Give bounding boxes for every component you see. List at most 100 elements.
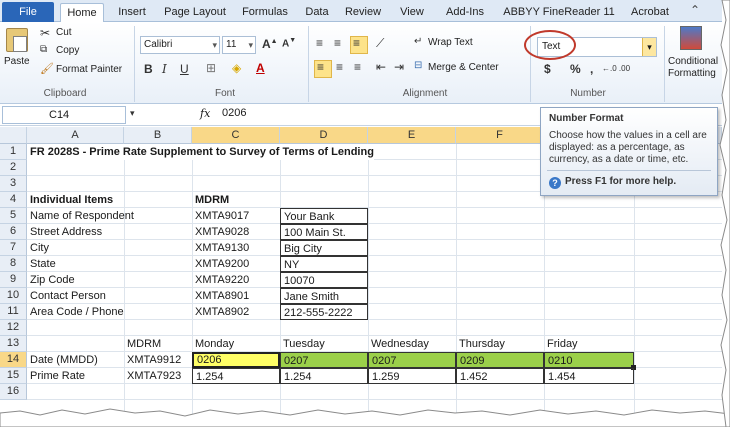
column-header-c[interactable]: C [192,127,280,144]
borders-icon[interactable]: ⊞ [206,61,216,75]
cell-c11[interactable]: XMTA8902 [192,304,249,320]
align-top-icon[interactable]: ≡ [316,36,323,50]
merge-center-icon[interactable]: ⊟ [414,60,422,71]
grow-font-icon[interactable]: A▲ [262,37,278,51]
cell-d13[interactable]: Tuesday [280,336,325,352]
tab-acrobat[interactable]: Acrobat [624,3,676,22]
cell-c4[interactable]: MDRM [192,192,229,208]
chevron-down-icon[interactable]: ▾ [642,38,656,56]
cell-a8[interactable]: State [27,256,56,272]
row-header-11[interactable]: 11 [0,304,27,320]
formula-input[interactable]: 0206 [222,107,246,119]
cell-c15[interactable]: 1.254 [192,368,280,384]
cell-e14[interactable]: 0207 [368,352,456,368]
tab-abbyy[interactable]: ABBYY FineReader 11 [500,3,618,22]
copy-icon[interactable]: ⧉ [40,44,47,55]
align-middle-icon[interactable]: ≡ [334,36,341,50]
tab-add-ins[interactable]: Add-Ins [440,3,490,22]
fill-color-icon[interactable]: ◈ [232,61,241,75]
cell-f15[interactable]: 1.452 [456,368,544,384]
tab-page-layout[interactable]: Page Layout [160,3,230,22]
row-header-10[interactable]: 10 [0,288,27,304]
cell-a7[interactable]: City [27,240,49,256]
cell-e13[interactable]: Wednesday [368,336,429,352]
wrap-text-button[interactable]: Wrap Text [428,37,473,48]
font-color-icon[interactable]: A [256,61,265,75]
cell-c10[interactable]: XMTA8901 [192,288,249,304]
accounting-format-button[interactable]: $ [544,62,551,76]
row-header-4[interactable]: 4 [0,192,27,208]
comma-style-button[interactable]: , [590,62,593,76]
cell-a4[interactable]: Individual Items [27,192,113,208]
cell-d14[interactable]: 0207 [280,352,368,368]
row-header-14[interactable]: 14 [0,352,27,368]
conditional-formatting-label-1[interactable]: Conditional [668,56,718,67]
cell-g13[interactable]: Friday [544,336,578,352]
cell-g14[interactable]: 0210 [544,352,634,368]
increase-indent-icon[interactable]: ⇥ [394,60,404,74]
cell-b13[interactable]: MDRM [124,336,161,352]
paste-icon[interactable] [6,28,28,52]
conditional-formatting-icon[interactable] [680,26,702,50]
cell-c8[interactable]: XMTA9200 [192,256,249,272]
cell-d9[interactable]: 10070 [280,272,368,288]
cell-b15[interactable]: XMTA7923 [124,368,181,384]
cell-d7[interactable]: Big City [280,240,368,256]
column-header-f[interactable]: F [456,127,544,144]
minimize-ribbon-icon[interactable]: ⌃ [690,3,700,17]
row-header-8[interactable]: 8 [0,256,27,272]
tab-formulas[interactable]: Formulas [238,3,292,22]
cell-a1-title[interactable]: FR 2028S - Prime Rate Supplement to Surv… [27,144,374,160]
cell-a9[interactable]: Zip Code [27,272,75,288]
cell-f13[interactable]: Thursday [456,336,505,352]
cell-a11[interactable]: Area Code / Phone [27,304,124,320]
row-header-6[interactable]: 6 [0,224,27,240]
row-header-12[interactable]: 12 [0,320,27,336]
cell-c9[interactable]: XMTA9220 [192,272,249,288]
cell-c6[interactable]: XMTA9028 [192,224,249,240]
cell-e15[interactable]: 1.259 [368,368,456,384]
font-name-dropdown[interactable]: Calibri [140,36,220,54]
font-size-dropdown[interactable]: 11 [222,36,256,54]
orientation-icon[interactable]: ⟋ [376,36,384,51]
cut-button[interactable]: Cut [56,27,72,38]
row-header-5[interactable]: 5 [0,208,27,224]
underline-button[interactable]: U [180,62,189,76]
tab-data[interactable]: Data [300,3,334,22]
tab-file[interactable]: File [2,2,54,22]
cell-c13[interactable]: Monday [192,336,234,352]
cell-a14[interactable]: Date (MMDD) [27,352,98,368]
scissors-icon[interactable]: ✂ [40,26,50,40]
tab-review[interactable]: Review [340,3,386,22]
cell-g15[interactable]: 1.454 [544,368,634,384]
cell-c7[interactable]: XMTA9130 [192,240,249,256]
paste-button[interactable]: Paste [4,56,30,67]
name-box[interactable]: C14 [2,106,126,124]
wrap-text-icon[interactable]: ↵ [414,36,422,47]
format-painter-icon[interactable]: 🖌 [40,62,54,75]
cell-c14-active[interactable]: 0206 [192,352,280,368]
shrink-font-icon[interactable]: A▼ [282,37,296,49]
row-header-2[interactable]: 2 [0,160,27,176]
decrease-indent-icon[interactable]: ⇤ [376,60,386,74]
merge-center-button[interactable]: Merge & Center [428,62,499,73]
cell-d10[interactable]: Jane Smith [280,288,368,304]
cell-c5[interactable]: XMTA9017 [192,208,249,224]
select-all-corner[interactable] [0,127,27,144]
cell-d11[interactable]: 212-555-2222 [280,304,368,320]
percent-style-button[interactable]: % [570,62,581,76]
row-header-9[interactable]: 9 [0,272,27,288]
bold-button[interactable]: B [144,62,153,76]
column-header-e[interactable]: E [368,127,456,144]
name-box-dropdown-icon[interactable]: ▾ [130,108,135,119]
row-header-1[interactable]: 1 [0,144,27,160]
cell-d5[interactable]: Your Bank [280,208,368,224]
tab-home[interactable]: Home [60,3,104,22]
cell-d6[interactable]: 100 Main St. [280,224,368,240]
copy-button[interactable]: Copy [56,45,79,56]
cell-d15[interactable]: 1.254 [280,368,368,384]
conditional-formatting-label-2[interactable]: Formatting [668,68,716,79]
align-center-icon[interactable]: ≡ [336,60,343,74]
insert-function-button[interactable]: fx [200,107,210,120]
row-header-7[interactable]: 7 [0,240,27,256]
